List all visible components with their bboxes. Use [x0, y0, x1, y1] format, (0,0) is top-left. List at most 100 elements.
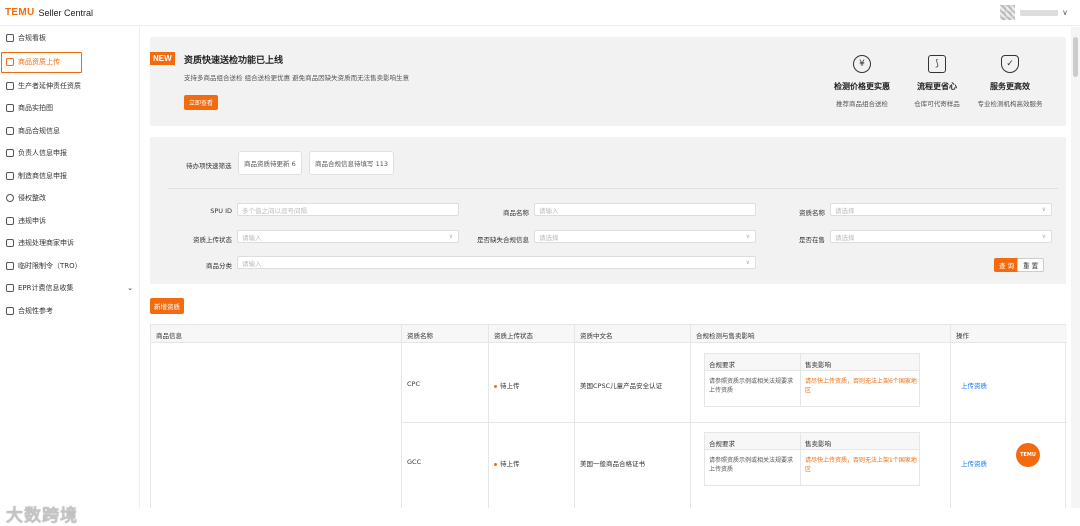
feature-title: 服务更高效 — [990, 82, 1030, 91]
main-content: NEW 资质快速送检功能已上线 支持多商品组合送检 组合送检更优惠 避免商品因缺… — [141, 27, 1071, 508]
sidebar-item-epr-billing[interactable]: EPR计费信息收集 ⌄ — [0, 277, 139, 300]
document-icon — [6, 126, 14, 135]
category-select[interactable]: 请输入 ∨ — [237, 256, 756, 269]
scrollbar[interactable] — [1071, 27, 1080, 508]
upload-status-label: 资质上传状态 — [193, 236, 232, 244]
avatar[interactable] — [1000, 5, 1016, 20]
table-header: 商品信息 资质名称 资质上传状态 资质中文名 合规检测与售卖影响 操作 — [151, 325, 1067, 343]
divider — [401, 325, 402, 508]
product-name-input[interactable]: 请输入 — [534, 203, 756, 216]
on-sale-label: 是否在售 — [799, 236, 825, 244]
upload-qualification-link[interactable]: 上传资质 — [961, 458, 987, 468]
product-name-label: 商品名称 — [503, 209, 529, 217]
feature-price: ¥ 检测价格更实惠 推荐商品组合送检 — [822, 55, 902, 108]
reset-button[interactable]: 重 置 — [1017, 258, 1045, 272]
factory-icon — [6, 171, 14, 180]
filter-panel: 待办项快速筛选 商品资质待更新 6 商品合规信息待填写 113 SPU ID 多… — [150, 137, 1066, 284]
temu-assistant-button[interactable]: TEMU — [1016, 443, 1040, 467]
divider — [168, 188, 1058, 189]
subheader-impact: 售卖影响 — [805, 361, 831, 369]
sidebar-item-product-compliance[interactable]: 商品合规信息 — [0, 120, 139, 143]
upload-qualification-link[interactable]: 上传资质 — [961, 380, 987, 390]
feature-desc: 推荐商品组合送检 — [836, 100, 888, 108]
sidebar-item-merchant-appeal[interactable]: 违规处理商家申诉 — [0, 232, 139, 255]
impact-text: 请尽快上传资质，否则无法上架1个国家地区 — [805, 457, 917, 473]
category-label: 商品分类 — [206, 262, 232, 270]
user-menu[interactable]: ∨ — [1000, 5, 1068, 20]
watermark-logo: 大数跨境 — [6, 506, 78, 526]
appeal-merchant-icon — [6, 239, 14, 248]
sidebar-item-infringement[interactable]: 侵权整改 — [0, 187, 139, 210]
sidebar-item-responsible-person[interactable]: 负责人信息申报 — [0, 142, 139, 165]
chevron-down-icon[interactable]: ∨ — [1062, 8, 1068, 17]
sidebar-item-label: 侵权整改 — [18, 194, 46, 203]
chevron-down-icon[interactable]: ⌄ — [127, 284, 133, 292]
qualification-name-select[interactable]: 请选择 ∨ — [830, 203, 1052, 216]
banner-title: 资质快速送检功能已上线 — [184, 56, 284, 66]
spu-id-input[interactable]: 多个值之间以逗号间隔 — [237, 203, 459, 216]
upload-icon — [6, 58, 14, 66]
flow-icon: ⟆ — [928, 55, 946, 73]
banner-subtitle: 支持多商品组合送检 组合送检更优惠 避免商品因缺失资质而无法售卖影响生意 — [184, 74, 410, 82]
new-badge: NEW — [150, 52, 175, 65]
temu-logo[interactable]: TEMU — [5, 7, 35, 18]
on-sale-select[interactable]: 请选择 ∨ — [830, 230, 1052, 243]
sidebar-item-appeal[interactable]: 违规申诉 — [0, 210, 139, 233]
chevron-down-icon: ∨ — [745, 259, 750, 266]
column-header: 资质中文名 — [580, 332, 613, 340]
dashboard-icon — [6, 34, 14, 43]
sidebar-item-label: 商品合规信息 — [18, 126, 60, 135]
feature-service: ✓ 服务更高效 专业检测机构高效服务 — [968, 55, 1052, 108]
missing-info-select[interactable]: 请选择 ∨ — [534, 230, 756, 243]
quick-filter-label: 待办项快速筛选 — [186, 162, 232, 170]
sidebar-item-tro[interactable]: 临时限制令（TRO） — [0, 255, 139, 278]
person-icon — [6, 149, 14, 158]
shield-check-icon: ✓ — [1001, 55, 1019, 73]
subheader-requirement: 合规要求 — [709, 440, 735, 448]
divider — [401, 422, 1067, 423]
feature-title: 流程更省心 — [917, 82, 957, 91]
status-badge: 待上传 — [494, 380, 520, 390]
quick-filter-chip[interactable]: 商品资质待更新 6 — [238, 151, 302, 175]
missing-info-label: 是否缺失合规信息 — [477, 236, 529, 244]
subheader-impact: 售卖影响 — [805, 440, 831, 448]
sidebar-item-label: 违规处理商家申诉 — [18, 239, 74, 248]
view-now-button[interactable]: 立即查看 — [184, 95, 219, 110]
quick-filter-chip[interactable]: 商品合规信息待填写 113 — [309, 151, 394, 175]
sidebar-item-label: 负责人信息申报 — [18, 149, 67, 158]
promo-banner: NEW 资质快速送检功能已上线 支持多商品组合送检 组合送检更优惠 避免商品因缺… — [150, 37, 1066, 126]
sidebar-item-label: 临时限制令（TRO） — [18, 261, 82, 270]
sidebar-item-compliance-board[interactable]: 合规看板 — [0, 27, 139, 50]
spu-id-label: SPU ID — [210, 207, 232, 215]
sidebar-item-epr[interactable]: 生产者延伸责任资质 — [0, 75, 139, 98]
column-header: 资质名称 — [407, 332, 433, 340]
column-header: 合规检测与售卖影响 — [696, 332, 755, 340]
divider — [950, 325, 951, 508]
sidebar-item-label: 合规性参考 — [18, 306, 53, 315]
sidebar-item-label: 商品资质上传 — [18, 58, 60, 66]
recycle-icon — [6, 81, 14, 90]
feature-desc: 专业检测机构高效服务 — [977, 100, 1043, 108]
photo-icon — [6, 104, 14, 113]
top-bar: TEMU Seller Central ∨ — [0, 0, 1080, 26]
sidebar-item-qualification-upload[interactable]: 商品资质上传 — [1, 51, 82, 73]
sidebar-item-product-photos[interactable]: 商品实拍图 — [0, 97, 139, 120]
divider — [690, 325, 691, 508]
compliance-subtable: 合规要求 售卖影响 请参照资质示例或相关法规要求上传资质 请尽快上传资质，否则无… — [704, 432, 920, 486]
compliance-subtable: 合规要求 售卖影响 请参照资质示例或相关法规要求上传资质 请尽快上传资质，否则无… — [704, 353, 920, 407]
chevron-down-icon: ∨ — [1041, 206, 1046, 213]
divider — [574, 325, 575, 508]
divider — [800, 354, 801, 406]
app-name: Seller Central — [38, 7, 94, 18]
add-qualification-button[interactable]: 新增资质 — [150, 298, 184, 314]
sidebar-item-compliance-reference[interactable]: 合规性参考 — [0, 300, 139, 323]
reference-icon — [6, 306, 14, 315]
divider — [800, 433, 801, 485]
search-button[interactable]: 查 询 — [994, 258, 1020, 272]
warning-icon — [6, 194, 14, 203]
sidebar-item-label: 生产者延伸责任资质 — [18, 81, 81, 90]
billing-icon — [6, 284, 14, 293]
upload-status-select[interactable]: 请输入 ∨ — [237, 230, 459, 243]
sidebar-item-manufacturer[interactable]: 制造商信息申报 — [0, 165, 139, 188]
scrollbar-thumb[interactable] — [1073, 37, 1078, 77]
